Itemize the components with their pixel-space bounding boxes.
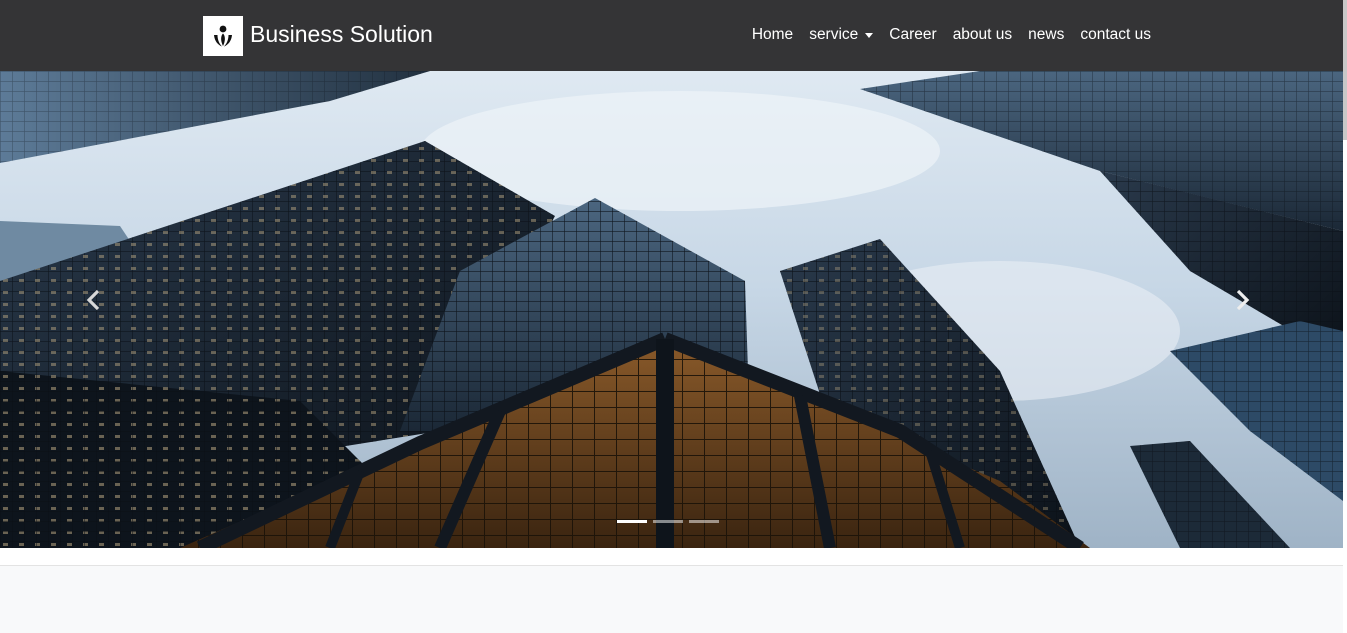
carousel-indicator-1[interactable] bbox=[617, 520, 647, 523]
nav-about-us[interactable]: about us bbox=[945, 24, 1020, 46]
scrollbar[interactable] bbox=[1343, 0, 1347, 633]
nav-home[interactable]: Home bbox=[744, 24, 801, 46]
nav-service-label: service bbox=[809, 26, 859, 43]
nav-service-dropdown[interactable]: service bbox=[801, 24, 881, 46]
carousel-indicator-2[interactable] bbox=[653, 520, 683, 523]
person-logo-icon bbox=[203, 16, 243, 56]
page: Business Solution Home service Career ab… bbox=[0, 0, 1347, 633]
caret-down-icon bbox=[865, 33, 874, 38]
content-section bbox=[0, 548, 1343, 633]
scrollbar-thumb[interactable] bbox=[1343, 0, 1347, 140]
hero-carousel bbox=[0, 71, 1343, 548]
chevron-left-icon[interactable] bbox=[79, 285, 109, 315]
nav-contact-us[interactable]: contact us bbox=[1072, 24, 1159, 46]
brand-name: Business Solution bbox=[250, 20, 433, 47]
content-strip bbox=[0, 565, 1343, 633]
brand-link[interactable]: Business Solution bbox=[203, 16, 433, 56]
nav-news[interactable]: news bbox=[1020, 24, 1072, 46]
carousel-indicator-3[interactable] bbox=[689, 520, 719, 523]
nav-career[interactable]: Career bbox=[881, 24, 944, 46]
navbar: Business Solution Home service Career ab… bbox=[0, 0, 1343, 71]
carousel-indicators bbox=[617, 520, 719, 523]
chevron-right-icon[interactable] bbox=[1227, 285, 1257, 315]
skyscrapers-image bbox=[0, 71, 1343, 548]
main-nav: Home service Career about us news contac… bbox=[744, 24, 1159, 46]
